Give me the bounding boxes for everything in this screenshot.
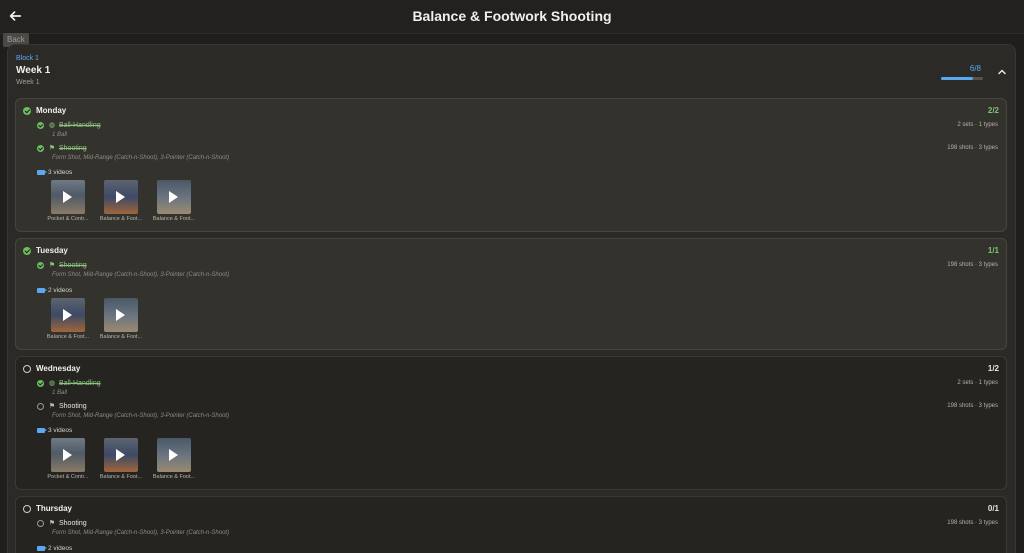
basketball-icon: ◍ <box>48 122 56 129</box>
item-detail: Form Shot, Mid-Range (Catch-n-Shoot), 3-… <box>52 155 230 161</box>
item-complete-icon[interactable] <box>37 121 44 129</box>
day-card-thursday[interactable]: Thursday 0/1 ⚑ Shooting Form Shot, Mid-R… <box>15 496 1007 553</box>
play-icon <box>116 449 125 461</box>
top-bar: Balance & Footwork Shooting <box>0 0 1024 34</box>
video-thumbnail[interactable] <box>104 180 138 214</box>
item-meta: 2 sets · 1 types <box>957 122 998 128</box>
week-progress-fill <box>941 77 973 80</box>
video-thumbnail[interactable] <box>104 438 138 472</box>
videos-label: 3 videos <box>37 427 72 434</box>
workout-item-shooting[interactable]: ⚑ Shooting <box>37 402 87 410</box>
video-camera-icon <box>37 170 47 175</box>
basketball-icon: ◍ <box>48 380 56 387</box>
chevron-up-icon <box>998 69 1006 75</box>
item-meta: 198 shots · 3 types <box>947 145 998 151</box>
workout-item-ball-handling[interactable]: ◍ Ball-Handling <box>37 379 101 387</box>
video-title: Pocket & Contr... <box>47 474 89 480</box>
day-card-monday[interactable]: Monday 2/2 ◍ Ball-Handling 1 Ball 2 sets… <box>15 98 1007 232</box>
play-icon <box>63 191 72 203</box>
item-detail: 1 Ball <box>52 132 68 138</box>
play-icon <box>63 449 72 461</box>
video-title: Balance & Foot... <box>99 216 143 222</box>
page-title: Balance & Footwork Shooting <box>412 8 612 24</box>
day-name: Tuesday <box>36 246 68 255</box>
day-name: Wednesday <box>36 364 81 373</box>
video-thumbnail[interactable] <box>157 180 191 214</box>
day-complete-icon <box>23 246 31 255</box>
item-name: Shooting <box>59 261 87 269</box>
video-title: Balance & Foot... <box>99 474 143 480</box>
item-name: Shooting <box>59 402 87 410</box>
week-card: Block 1 Week 1 Week 1 6/8 Monday 2/2 ◍ B… <box>7 44 1016 553</box>
video-title: Balance & Foot... <box>46 334 90 340</box>
video-thumbnail[interactable] <box>51 298 85 332</box>
video-thumbnail[interactable] <box>104 298 138 332</box>
week-progress-bar <box>941 77 983 80</box>
video-thumbnail[interactable] <box>51 438 85 472</box>
day-incomplete-icon <box>23 504 31 513</box>
item-detail: Form Shot, Mid-Range (Catch-n-Shoot), 3-… <box>52 530 230 536</box>
day-name: Monday <box>36 106 67 115</box>
videos-label: 3 videos <box>37 169 72 176</box>
workout-item-shooting[interactable]: ⚑ Shooting <box>37 261 87 269</box>
item-detail: Form Shot, Mid-Range (Catch-n-Shoot), 3-… <box>52 272 230 278</box>
item-detail: 1 Ball <box>52 390 68 396</box>
video-title: Balance & Foot... <box>99 334 143 340</box>
day-count: 1/2 <box>987 364 999 373</box>
workout-item-shooting[interactable]: ⚑ Shooting <box>37 519 87 527</box>
item-detail: Form Shot, Mid-Range (Catch-n-Shoot), 3-… <box>52 413 230 419</box>
collapse-week-button[interactable] <box>995 65 1009 79</box>
week-subtitle: Week 1 <box>16 79 40 86</box>
play-icon <box>169 191 178 203</box>
flag-icon: ⚑ <box>48 520 56 527</box>
day-count: 1/1 <box>987 246 999 255</box>
video-thumbnail[interactable] <box>157 438 191 472</box>
item-meta: 198 shots · 3 types <box>947 403 998 409</box>
day-incomplete-icon <box>23 364 31 373</box>
item-incomplete-icon[interactable] <box>37 519 44 527</box>
week-title[interactable]: Week 1 <box>16 65 50 76</box>
item-name: Shooting <box>59 519 87 527</box>
flag-icon: ⚑ <box>48 403 56 410</box>
workout-item-shooting[interactable]: ⚑ Shooting <box>37 144 87 152</box>
item-meta: 2 sets · 1 types <box>957 380 998 386</box>
item-meta: 198 shots · 3 types <box>947 520 998 526</box>
item-complete-icon[interactable] <box>37 379 44 387</box>
item-complete-icon[interactable] <box>37 144 44 152</box>
item-name: Ball-Handling <box>59 121 101 129</box>
item-complete-icon[interactable] <box>37 261 44 269</box>
flag-icon: ⚑ <box>48 262 56 269</box>
day-card-tuesday[interactable]: Tuesday 1/1 ⚑ Shooting Form Shot, Mid-Ra… <box>15 238 1007 350</box>
item-name: Ball-Handling <box>59 379 101 387</box>
video-title: Balance & Foot... <box>152 216 196 222</box>
video-camera-icon <box>37 288 47 293</box>
day-card-wednesday[interactable]: Wednesday 1/2 ◍ Ball-Handling 1 Ball 2 s… <box>15 356 1007 490</box>
play-icon <box>169 449 178 461</box>
item-name: Shooting <box>59 144 87 152</box>
day-count: 2/2 <box>987 106 999 115</box>
video-thumbnail[interactable] <box>51 180 85 214</box>
video-camera-icon <box>37 428 47 433</box>
flag-icon: ⚑ <box>48 145 56 152</box>
workout-item-ball-handling[interactable]: ◍ Ball-Handling <box>37 121 101 129</box>
play-icon <box>116 309 125 321</box>
item-meta: 198 shots · 3 types <box>947 262 998 268</box>
item-incomplete-icon[interactable] <box>37 402 44 410</box>
videos-label: 2 videos <box>37 287 72 294</box>
play-icon <box>116 191 125 203</box>
week-progress-count: 6/8 <box>969 64 981 73</box>
video-title: Balance & Foot... <box>152 474 196 480</box>
block-label: Block 1 <box>16 55 39 62</box>
videos-label: 2 videos <box>37 545 72 552</box>
video-title: Pocket & Contr... <box>47 216 89 222</box>
day-name: Thursday <box>36 504 73 513</box>
day-count: 0/1 <box>987 504 999 513</box>
day-complete-icon <box>23 106 31 115</box>
play-icon <box>63 309 72 321</box>
video-camera-icon <box>37 546 47 551</box>
